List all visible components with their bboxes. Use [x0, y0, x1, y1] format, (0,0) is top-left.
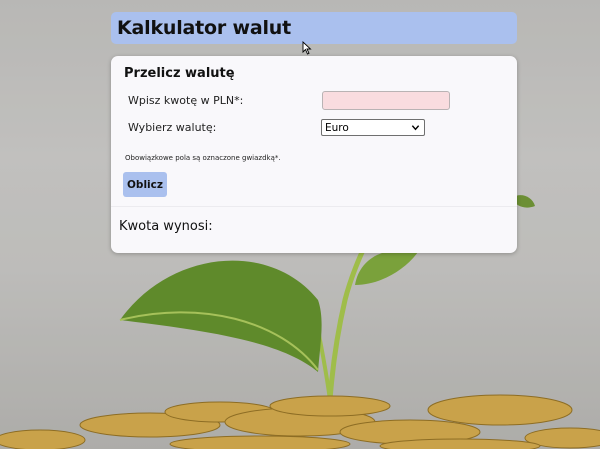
- amount-label: Wpisz kwotę w PLN*:: [128, 94, 244, 107]
- calculate-button[interactable]: Oblicz: [123, 172, 167, 197]
- page-title: Kalkulator walut: [117, 17, 291, 39]
- converter-card: Przelicz walutę Wpisz kwotę w PLN*: Wybi…: [111, 56, 517, 253]
- currency-selected-value: Euro: [325, 121, 349, 134]
- divider: [111, 206, 517, 207]
- currency-select[interactable]: Euro: [321, 119, 425, 136]
- form-heading: Przelicz walutę: [124, 66, 235, 81]
- result-label: Kwota wynosi:: [119, 219, 213, 234]
- currency-label: Wybierz walutę:: [128, 121, 217, 134]
- chevron-down-icon: [411, 125, 420, 131]
- amount-input[interactable]: [322, 91, 450, 110]
- required-note: Obowiązkowe pola są oznaczone gwiazdką*.: [125, 154, 281, 162]
- page-header: Kalkulator walut: [111, 12, 517, 44]
